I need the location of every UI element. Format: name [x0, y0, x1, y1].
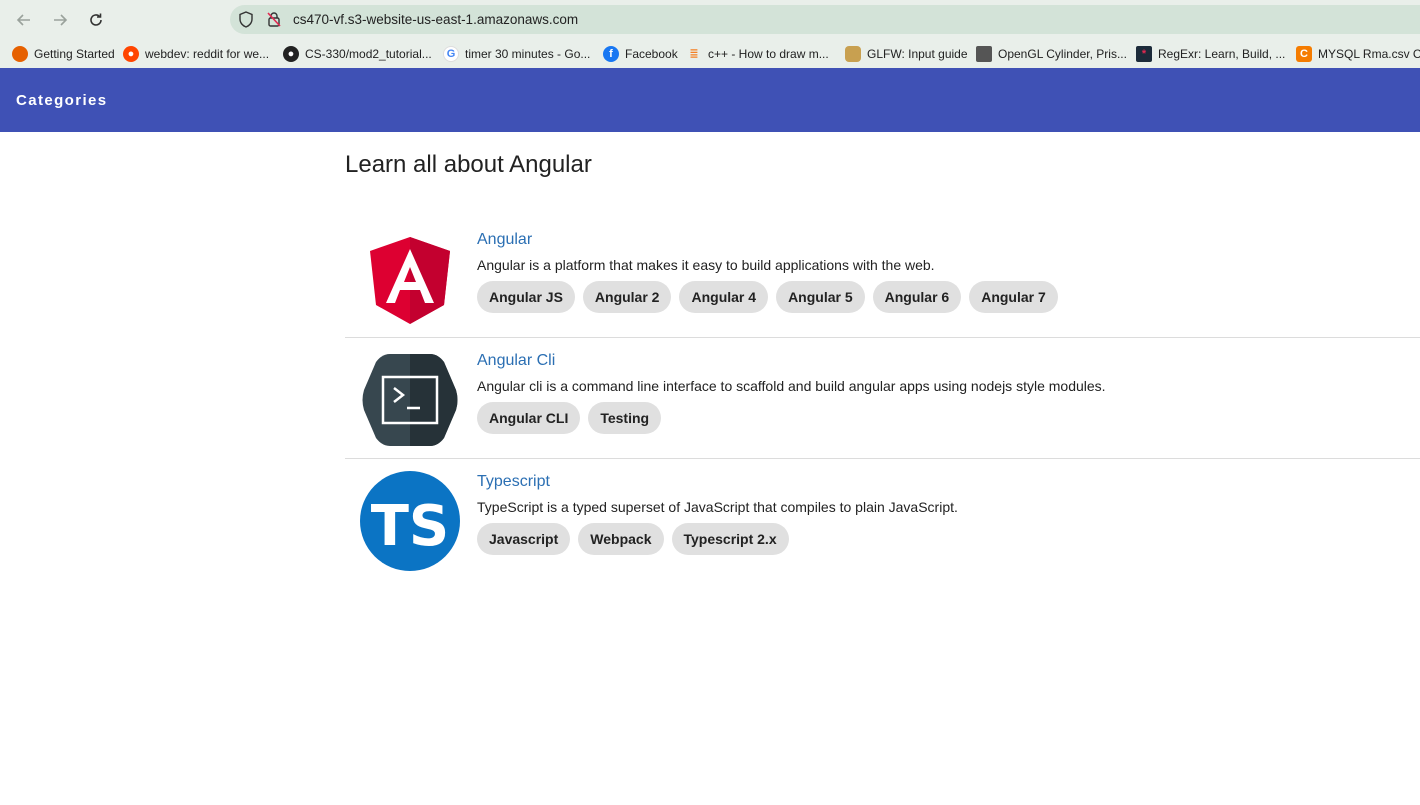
url-text[interactable]: cs470-vf.s3-website-us-east-1.amazonaws.… — [293, 12, 578, 27]
bookmark-label: Facebook — [625, 47, 678, 61]
bookmark-opengl-cylinder[interactable]: OpenGL Cylinder, Pris... — [976, 44, 1127, 64]
bookmark-label: c++ - How to draw m... — [708, 47, 829, 61]
bookmark-mysql-csv[interactable]: C MYSQL Rma.csv Cu — [1296, 44, 1420, 64]
back-button[interactable] — [12, 8, 36, 32]
bookmark-regexr[interactable]: * RegExr: Learn, Build, ... — [1136, 44, 1285, 64]
tag-chip[interactable]: Angular 5 — [776, 281, 865, 313]
bookmark-github-cs330[interactable]: ● CS-330/mod2_tutorial... — [283, 44, 432, 64]
tag-chip[interactable]: Angular 7 — [969, 281, 1058, 313]
songho-icon — [976, 46, 992, 62]
course-title-link[interactable]: Angular — [477, 231, 532, 249]
glfw-icon — [845, 46, 861, 62]
stackoverflow-icon: ≣ — [689, 48, 699, 60]
tag-chip[interactable]: Angular 2 — [582, 281, 672, 313]
typescript-logo-icon: TS — [360, 471, 460, 571]
typescript-logo-text: TS — [371, 494, 450, 559]
tag-chip[interactable]: Angular 4 — [679, 281, 769, 313]
tag-chip[interactable]: Typescript 2.x — [671, 523, 789, 555]
course-item-typescript: TS Typescript TypeScript is a typed supe… — [345, 459, 1420, 579]
facebook-icon: f — [603, 46, 619, 62]
bookmark-label: timer 30 minutes - Go... — [465, 47, 591, 61]
tag-list: Javascript Webpack Typescript 2.x — [477, 523, 797, 555]
insecure-lock-icon[interactable] — [266, 11, 282, 28]
terminal-logo-icon — [362, 354, 458, 446]
tag-chip[interactable]: Javascript — [477, 523, 571, 555]
course-description: TypeScript is a typed superset of JavaSc… — [477, 499, 958, 515]
tag-chip[interactable]: Angular CLI — [477, 402, 581, 434]
bookmark-stackoverflow[interactable]: ≣ c++ - How to draw m... — [686, 44, 829, 64]
course-description: Angular cli is a command line interface … — [477, 378, 1106, 394]
address-bar[interactable]: cs470-vf.s3-website-us-east-1.amazonaws.… — [230, 5, 1420, 34]
reload-icon — [90, 13, 102, 26]
course-title-link[interactable]: Angular Cli — [477, 352, 555, 370]
bookmark-label: CS-330/mod2_tutorial... — [305, 47, 432, 61]
c-icon: C — [1296, 46, 1312, 62]
bookmark-label: Getting Started — [34, 47, 115, 61]
github-icon: ● — [283, 46, 299, 62]
arrow-right-icon — [54, 14, 68, 26]
bookmark-label: OpenGL Cylinder, Pris... — [998, 47, 1127, 61]
course-list: Angular Angular is a platform that makes… — [345, 217, 1420, 579]
tag-chip[interactable]: Webpack — [578, 523, 664, 555]
tag-chip[interactable]: Testing — [588, 402, 662, 434]
arrow-left-icon — [16, 14, 30, 26]
reload-button[interactable] — [84, 8, 108, 32]
course-title-link[interactable]: Typescript — [477, 473, 550, 491]
bookmark-label: RegExr: Learn, Build, ... — [1158, 47, 1286, 61]
google-icon: G — [443, 46, 459, 62]
tag-list: Angular JS Angular 2 Angular 4 Angular 5… — [477, 281, 1066, 313]
bookmark-glfw[interactable]: GLFW: Input guide — [845, 44, 968, 64]
app-toolbar: Categories — [0, 68, 1420, 132]
tag-chip[interactable]: Angular 6 — [872, 281, 962, 313]
reddit-icon: ● — [123, 46, 139, 62]
tag-list: Angular CLI Testing — [477, 402, 669, 434]
forward-button[interactable] — [48, 8, 72, 32]
bookmark-label: GLFW: Input guide — [867, 47, 968, 61]
browser-toolbar: cs470-vf.s3-website-us-east-1.amazonaws.… — [0, 0, 1420, 40]
bookmark-getting-started[interactable]: Getting Started — [12, 44, 115, 64]
bookmark-label: webdev: reddit for we... — [145, 47, 270, 61]
categories-title[interactable]: Categories — [16, 92, 108, 109]
bookmark-webdev-reddit[interactable]: ● webdev: reddit for we... — [123, 44, 269, 64]
shield-icon[interactable] — [238, 11, 254, 28]
bookmark-facebook[interactable]: f Facebook — [603, 44, 678, 64]
firefox-icon — [12, 46, 28, 62]
angular-logo-icon — [370, 237, 450, 324]
bookmark-label: MYSQL Rma.csv Cu — [1318, 47, 1420, 61]
bookmarks-bar: Getting Started ● webdev: reddit for we.… — [0, 40, 1420, 68]
course-item-angular-cli: Angular Cli Angular cli is a command lin… — [345, 338, 1420, 459]
tag-chip[interactable]: Angular JS — [477, 281, 575, 313]
course-description: Angular is a platform that makes it easy… — [477, 257, 935, 273]
regexr-icon: * — [1136, 46, 1152, 62]
bookmark-google-timer[interactable]: G timer 30 minutes - Go... — [443, 44, 590, 64]
page-title: Learn all about Angular — [345, 151, 592, 178]
course-item-angular: Angular Angular is a platform that makes… — [345, 217, 1420, 338]
